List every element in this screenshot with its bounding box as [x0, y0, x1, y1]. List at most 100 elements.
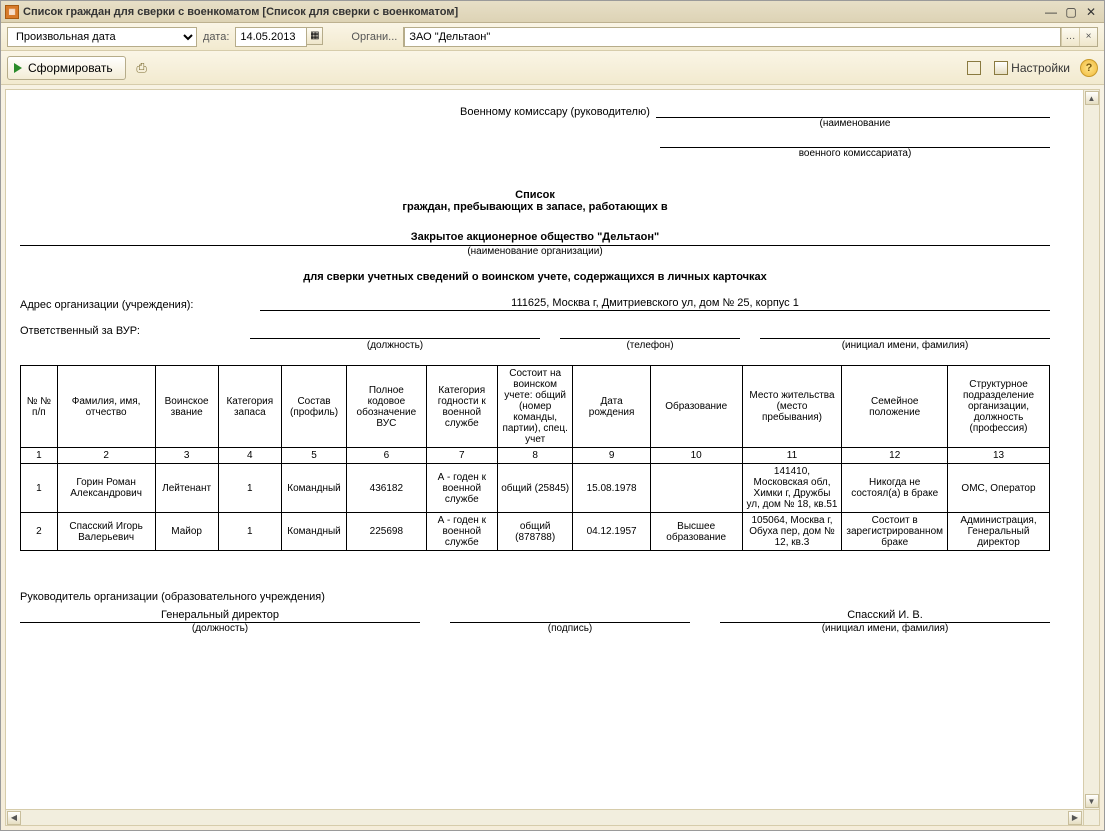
minimize-button[interactable]: — [1042, 4, 1060, 20]
parameter-bar: Произвольная дата дата: ▦ Органи... … × [1, 23, 1104, 51]
vur-position-slot [250, 325, 540, 339]
addressee-sub1: (наименование [660, 118, 1050, 129]
col-num: 10 [650, 448, 742, 464]
cell-addr: 105064, Москва г, Обуха пер, дом № 12, к… [742, 513, 842, 551]
cell-sostav: Командный [281, 464, 346, 513]
document-area: Военному комиссару (руководителю) (наиме… [5, 89, 1100, 826]
print-icon[interactable]: ⎙ [132, 58, 152, 78]
col-num: 3 [155, 448, 218, 464]
sig-cap-position: (должность) [20, 623, 420, 634]
settings-icon [994, 61, 1008, 75]
cell-reg: общий (25845) [497, 464, 572, 513]
col-num: 9 [573, 448, 650, 464]
col-num: 5 [281, 448, 346, 464]
col-header: Полное кодовое обозначение ВУС [347, 366, 426, 448]
col-num: 1 [21, 448, 58, 464]
grid-toggle-icon[interactable] [964, 58, 984, 78]
address-label: Адрес организации (учреждения): [20, 299, 250, 311]
org-clear-button[interactable]: × [1079, 28, 1097, 46]
app-window: ▦ Список граждан для сверки с военкомато… [0, 0, 1105, 831]
scroll-down-button[interactable]: ▼ [1085, 794, 1099, 808]
data-table: № № п/п Фамилия, имя, отчество Воинское … [20, 365, 1050, 551]
date-input[interactable] [235, 27, 307, 47]
toolbar: Сформировать ⎙ Настройки ? [1, 51, 1104, 85]
cell-vus: 436182 [347, 464, 426, 513]
addressee-sub2: военного комиссариата) [660, 148, 1050, 159]
scroll-corner [1083, 809, 1099, 825]
vur-cap-position: (должность) [250, 340, 540, 351]
col-num: 11 [742, 448, 842, 464]
settings-button[interactable]: Настройки [990, 59, 1074, 77]
play-icon [14, 63, 22, 73]
col-num: 13 [948, 448, 1050, 464]
col-header: Состав (профиль) [281, 366, 346, 448]
table-row: 2Спасский Игорь ВалерьевичМайор1Командны… [21, 513, 1050, 551]
col-header: Семейное положение [842, 366, 948, 448]
settings-label: Настройки [1011, 61, 1070, 75]
table-colnum-row: 1 2 3 4 5 6 7 8 9 10 11 12 13 [21, 448, 1050, 464]
cell-fio: Спасский Игорь Валерьевич [57, 513, 155, 551]
col-header: № № п/п [21, 366, 58, 448]
vur-cap-name: (инициал имени, фамилия) [760, 340, 1050, 351]
scroll-left-button[interactable]: ◀ [7, 811, 21, 825]
table-row: 1Горин Роман АлександровичЛейтенант1Кома… [21, 464, 1050, 513]
horizontal-scrollbar[interactable]: ◀ ▶ [6, 809, 1083, 825]
vur-name-slot [760, 325, 1050, 339]
cell-vus: 225698 [347, 513, 426, 551]
cell-fam: Состоит в зарегистрированном браке [842, 513, 948, 551]
cell-rank: Лейтенант [155, 464, 218, 513]
help-button[interactable]: ? [1080, 59, 1098, 77]
close-button[interactable]: ✕ [1082, 4, 1100, 20]
app-icon: ▦ [5, 5, 19, 19]
org-select-button[interactable]: … [1061, 28, 1079, 46]
document-viewport[interactable]: Военному комиссару (руководителю) (наиме… [6, 90, 1083, 809]
org-field: … × [403, 27, 1098, 47]
cell-pos: ОМС, Оператор [948, 464, 1050, 513]
titlebar: ▦ Список граждан для сверки с военкомато… [1, 1, 1104, 23]
cell-fio: Горин Роман Александрович [57, 464, 155, 513]
heading-line2: граждан, пребывающих в запасе, работающи… [20, 201, 1050, 213]
org-full-name: Закрытое акционерное общество "Дельтаон" [20, 231, 1050, 246]
cell-rank: Майор [155, 513, 218, 551]
heading-line3: для сверки учетных сведений о воинском у… [20, 271, 1050, 283]
col-header: Категория запаса [218, 366, 281, 448]
generate-label: Сформировать [28, 61, 113, 75]
date-mode-select[interactable]: Произвольная дата [7, 27, 197, 47]
vur-label: Ответственный за ВУР: [20, 325, 250, 351]
col-header: Место жительства (место пребывания) [742, 366, 842, 448]
col-header: Категория годности к военной службе [426, 366, 497, 448]
report-document: Военному комиссару (руководителю) (наиме… [20, 104, 1050, 634]
col-num: 8 [497, 448, 572, 464]
col-num: 2 [57, 448, 155, 464]
vur-phone-slot [560, 325, 740, 339]
heading-line1: Список [20, 189, 1050, 201]
leader-name: Спасский И. В. [720, 609, 1050, 623]
vur-cap-phone: (телефон) [560, 340, 740, 351]
scroll-up-button[interactable]: ▲ [1085, 91, 1099, 105]
org-input[interactable] [404, 27, 1061, 47]
col-header: Дата рождения [573, 366, 650, 448]
col-header: Воинское звание [155, 366, 218, 448]
addressee-line [656, 104, 1050, 118]
cell-edu: Высшее образование [650, 513, 742, 551]
cell-fit: А - годен к военной службе [426, 464, 497, 513]
cell-cat: 1 [218, 464, 281, 513]
vertical-scrollbar[interactable]: ▲ ▼ [1083, 90, 1099, 809]
org-sub: (наименование организации) [20, 246, 1050, 257]
col-num: 4 [218, 448, 281, 464]
cell-edu [650, 464, 742, 513]
cell-dob: 15.08.1978 [573, 464, 650, 513]
cell-fam: Никогда не состоял(а) в браке [842, 464, 948, 513]
col-header: Состоит на воинском учете: общий (номер … [497, 366, 572, 448]
maximize-button[interactable]: ▢ [1062, 4, 1080, 20]
col-header: Фамилия, имя, отчество [57, 366, 155, 448]
window-title: Список граждан для сверки с военкоматом … [23, 6, 458, 18]
sig-cap-signature: (подпись) [450, 623, 690, 634]
leader-signature-slot [450, 609, 690, 623]
cell-n: 1 [21, 464, 58, 513]
sig-cap-name: (инициал имени, фамилия) [720, 623, 1050, 634]
scroll-right-button[interactable]: ▶ [1068, 811, 1082, 825]
generate-button[interactable]: Сформировать [7, 56, 126, 80]
cell-sostav: Командный [281, 513, 346, 551]
calendar-icon[interactable]: ▦ [307, 27, 323, 45]
